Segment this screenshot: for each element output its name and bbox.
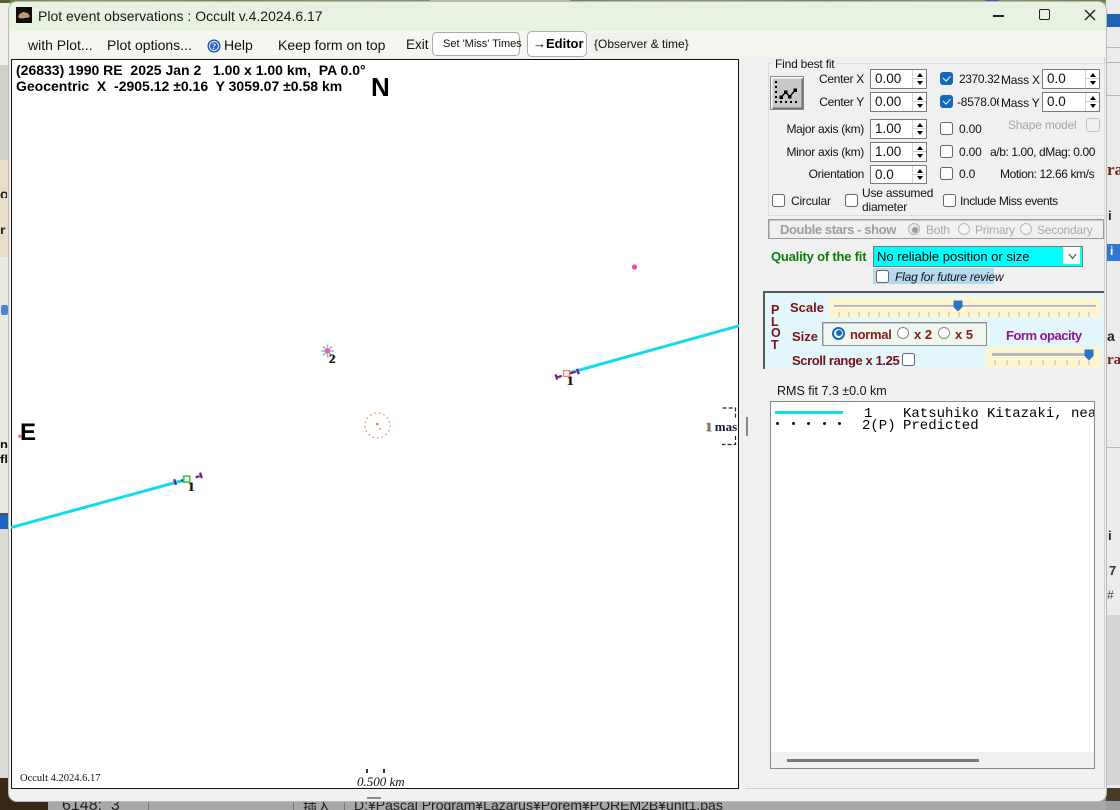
svg-text:?: ? xyxy=(212,41,216,51)
